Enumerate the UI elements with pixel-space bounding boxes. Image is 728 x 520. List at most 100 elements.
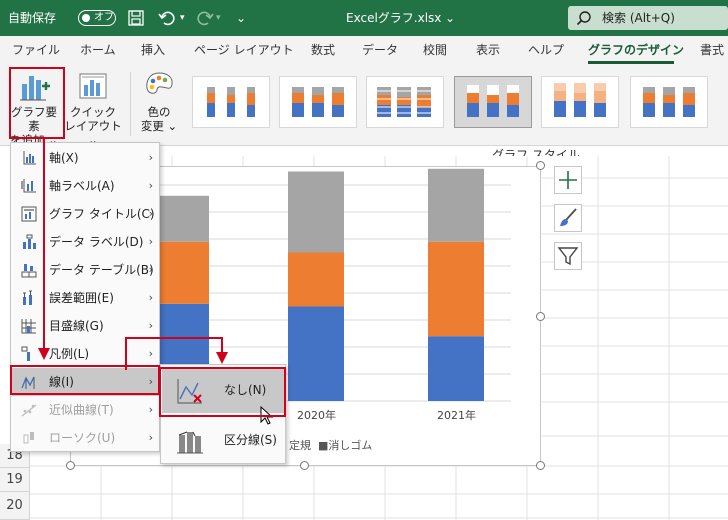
search-label: 検索 (Alt+Q) (602, 11, 675, 25)
tab-file[interactable]: ファイル (12, 36, 60, 64)
menu-item-axes[interactable]: 軸(X) › (12, 144, 159, 172)
row-header-19[interactable]: 19 (0, 468, 30, 492)
save-icon[interactable] (128, 10, 144, 26)
submenu-arrow-icon: › (148, 403, 153, 416)
menu-item-error-bars[interactable]: 誤差範囲(E) › (12, 284, 159, 312)
menu-item-gridlines-label: 目盛線(G) (49, 319, 104, 333)
submenu-arrow-icon: › (148, 319, 153, 332)
tab-view[interactable]: 表示 (476, 36, 500, 64)
change-colors-line1: 色の (147, 105, 171, 119)
series-lines-icon (177, 431, 203, 454)
brush-icon (560, 208, 577, 226)
bar-segment-2-2[interactable] (428, 168, 484, 242)
ribbon-tabs: ファイル ホーム 挿入 ページ レイアウト 数式 データ 校閲 表示 ヘルプ グ… (0, 36, 728, 64)
submenu-arrow-icon: › (148, 263, 153, 276)
ribbon-divider (130, 72, 131, 136)
chart-style-4[interactable] (454, 76, 532, 128)
tab-chart-design[interactable]: グラフのデザイン (588, 36, 684, 64)
undo-icon[interactable] (158, 9, 176, 27)
palette-icon (146, 72, 173, 94)
menu-item-chart-title[interactable]: グラフ タイトル(C) › (12, 200, 159, 228)
menu-item-data-labels[interactable]: データ ラベル(D) › (12, 228, 159, 256)
autosave-toggle[interactable]: オフ (78, 10, 116, 26)
chart-styles-button[interactable] (554, 204, 582, 232)
chart-style-3-preview (375, 87, 433, 117)
x-tick-label-2020: 2020年 (297, 409, 336, 422)
menu-item-legend[interactable]: 凡例(L) › (12, 340, 159, 368)
menu-item-axis-titles-label: 軸ラベル(A) (49, 179, 115, 193)
resize-handle-top-right[interactable] (536, 161, 545, 170)
chart-style-1[interactable] (192, 76, 270, 128)
toggle-knob-icon (82, 14, 90, 22)
chart-style-4-preview (467, 85, 519, 117)
customize-toolbar-icon[interactable]: ⌄ (236, 0, 246, 36)
chart-style-3[interactable] (366, 76, 444, 128)
menu-item-data-table[interactable]: データ テーブル(B) › (12, 256, 159, 284)
annotation-connector-up (125, 338, 127, 370)
undo-dropdown-icon[interactable]: ▾ (180, 0, 185, 36)
legend-icon (21, 346, 30, 361)
resize-handle-bottom-left[interactable] (66, 461, 75, 470)
chart-style-5[interactable] (541, 76, 619, 128)
menu-item-gridlines[interactable]: 目盛線(G) › (12, 312, 159, 340)
chart-style-6[interactable] (630, 76, 708, 128)
bar-segment-0-1[interactable] (153, 241, 209, 304)
tab-insert[interactable]: 挿入 (141, 36, 165, 64)
submenu-arrow-icon: › (148, 179, 153, 192)
tab-review[interactable]: 校閲 (423, 36, 447, 64)
tab-format[interactable]: 書式 (700, 36, 724, 64)
annotation-arrowhead-1-icon (38, 348, 50, 360)
chart-style-6-preview (643, 87, 695, 117)
bar-segment-0-2[interactable] (153, 195, 209, 242)
tab-help[interactable]: ヘルプ (528, 36, 564, 64)
search-box[interactable]: 検索 (Alt+Q) (568, 6, 728, 30)
tab-data[interactable]: データ (362, 36, 398, 64)
autosave-label: 自動保存 (8, 11, 57, 25)
x-tick-label-2021: 2021年 (437, 409, 476, 422)
annotation-arrow-down (43, 139, 45, 351)
tab-formulas[interactable]: 数式 (311, 36, 335, 64)
bar-segment-2-0[interactable] (428, 336, 484, 401)
menu-item-up-down-bars-label: ローソク(U) (49, 431, 116, 445)
submenu-arrow-icon: › (148, 431, 153, 444)
plus-icon (559, 171, 577, 189)
submenu-arrow-icon: › (148, 207, 153, 220)
resize-handle-right[interactable] (536, 312, 545, 321)
bar-segment-1-2[interactable] (288, 171, 344, 253)
menu-item-data-labels-label: データ ラベル(D) (49, 235, 144, 249)
axis-titles-icon (21, 179, 36, 193)
chart-filters-button[interactable] (554, 242, 582, 270)
chart-style-2-preview (292, 87, 344, 117)
gridlines-icon (21, 319, 36, 334)
row-header-20[interactable]: 20 (0, 492, 30, 520)
autosave-state: オフ (94, 12, 114, 23)
filename-chevron-icon[interactable]: ⌄ (445, 0, 455, 36)
resize-handle-bottom-right[interactable] (536, 461, 545, 470)
menu-item-data-table-label: データ テーブル(B) (49, 263, 154, 277)
bar-segment-1-1[interactable] (288, 252, 344, 307)
menu-item-axis-titles[interactable]: 軸ラベル(A) › (12, 172, 159, 200)
submenu-arrow-icon: › (148, 291, 153, 304)
chart-style-1-preview (207, 87, 255, 117)
resize-handle-bottom[interactable] (300, 461, 309, 470)
menu-item-axes-label: 軸(X) (49, 151, 79, 165)
change-colors-button[interactable]: 色の 変更 ⌄ (136, 68, 182, 140)
tab-page-layout[interactable]: ページ レイアウト (194, 36, 294, 64)
chart-style-2[interactable] (279, 76, 357, 128)
submenu-arrow-icon: › (148, 151, 153, 164)
bar-segment-1-0[interactable] (288, 306, 344, 402)
ribbon: グラフ要素 を追加 ⌄ クイック レイアウト ⌄ 色の 変更 ⌄ (0, 64, 728, 147)
submenu-arrow-icon: › (148, 347, 153, 360)
file-name[interactable]: Excelグラフ.xlsx (346, 0, 441, 36)
tab-home[interactable]: ホーム (80, 36, 116, 64)
error-bars-icon (23, 290, 32, 305)
axes-icon (23, 151, 36, 165)
quick-layout-button[interactable]: クイック レイアウト ⌄ (64, 68, 122, 147)
chart-elements-button[interactable] (554, 166, 582, 194)
bar-segment-2-1[interactable] (428, 241, 484, 337)
chart-legend: 定規 ■消しゴム (289, 439, 373, 452)
data-labels-icon (23, 234, 36, 249)
data-table-icon (21, 264, 37, 278)
menu-item-chart-title-label: グラフ タイトル(C) (49, 207, 155, 221)
quick-layout-line1: クイック (70, 105, 116, 119)
